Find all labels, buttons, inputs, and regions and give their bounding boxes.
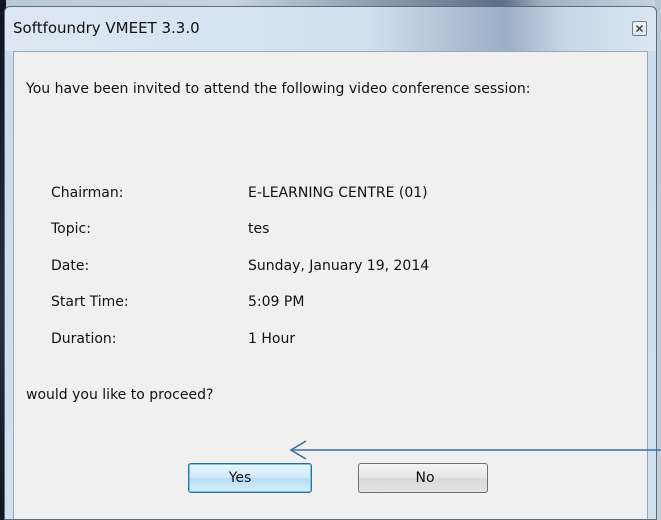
yes-button[interactable]: Yes: [188, 463, 312, 493]
invitation-dialog: Softfoundry VMEET 3.3.0 You have been in…: [4, 6, 657, 520]
close-button[interactable]: [632, 21, 647, 36]
chairman-value: E-LEARNING CENTRE (01): [248, 185, 428, 201]
proceed-question: would you like to proceed?: [26, 387, 214, 403]
start-time-value: 5:09 PM: [248, 294, 305, 310]
date-value: Sunday, January 19, 2014: [248, 258, 430, 274]
chairman-label: Chairman:: [51, 185, 124, 201]
screen: Softfoundry VMEET 3.3.0 You have been in…: [0, 0, 661, 520]
close-icon: [636, 25, 643, 32]
duration-label: Duration:: [51, 331, 117, 347]
start-time-label: Start Time:: [51, 294, 129, 310]
topic-value: tes: [248, 221, 270, 237]
yes-button-label: Yes: [228, 470, 252, 486]
no-button[interactable]: No: [358, 463, 488, 493]
duration-value: 1 Hour: [248, 331, 296, 347]
dialog-body: You have been invited to attend the foll…: [13, 51, 648, 519]
topic-label: Topic:: [51, 221, 91, 237]
window-title: Softfoundry VMEET 3.3.0: [13, 19, 200, 37]
invitation-message: You have been invited to attend the foll…: [26, 81, 531, 97]
no-button-label: No: [415, 470, 435, 486]
title-bar[interactable]: Softfoundry VMEET 3.3.0: [5, 7, 656, 51]
date-label: Date:: [51, 258, 90, 274]
